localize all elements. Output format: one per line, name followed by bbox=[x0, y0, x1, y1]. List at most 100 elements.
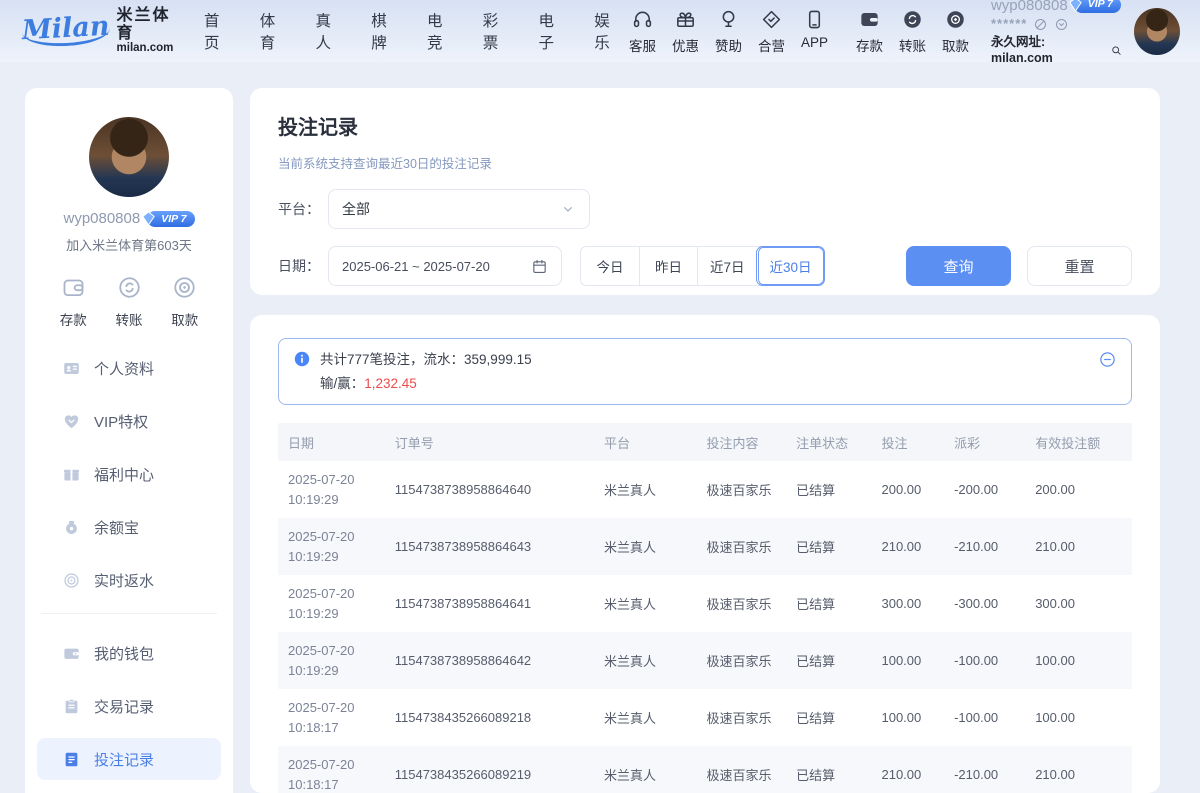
header-link-APP[interactable]: APP bbox=[793, 8, 836, 55]
nav-item-5[interactable]: 彩票 bbox=[483, 9, 510, 53]
vip-diamond-icon bbox=[140, 210, 157, 227]
join-days-text: 加入米兰体育第603天 bbox=[25, 235, 233, 254]
sidebar-item-投注记录[interactable]: 投注记录 bbox=[37, 738, 221, 780]
loss-win-value: 1,232.45 bbox=[364, 376, 417, 391]
sidebar-item-福利中心[interactable]: 福利中心 bbox=[37, 453, 221, 495]
sidebar-action-存款[interactable]: 存款 bbox=[60, 274, 87, 329]
header-link-优惠[interactable]: 优惠 bbox=[664, 8, 707, 55]
chevron-down-icon bbox=[560, 201, 576, 217]
date-range-input[interactable]: 2025-06-21 ~ 2025-07-20 bbox=[328, 246, 562, 286]
query-button[interactable]: 查询 bbox=[906, 246, 1011, 286]
sidebar-username: wyp080808 bbox=[63, 210, 140, 227]
table-row: 2025-07-2010:18:17 1154738435266089218 米… bbox=[278, 689, 1132, 746]
transfer-solid-icon bbox=[901, 8, 924, 31]
site-url: 永久网址: milan.com bbox=[991, 34, 1107, 67]
user-avatar[interactable] bbox=[1134, 8, 1180, 55]
col-header-5: 投注 bbox=[871, 433, 944, 452]
nav-item-6[interactable]: 电子 bbox=[538, 9, 565, 53]
search-icon[interactable] bbox=[1110, 44, 1123, 57]
sponsor-icon bbox=[717, 8, 740, 31]
sidebar-item-VIP特权[interactable]: VIP特权 bbox=[37, 400, 221, 442]
nav-item-7[interactable]: 娱乐 bbox=[594, 9, 621, 53]
headset-icon bbox=[631, 8, 654, 31]
header-link-存款[interactable]: 存款 bbox=[848, 8, 891, 55]
col-header-3: 投注内容 bbox=[696, 433, 786, 452]
divider bbox=[41, 613, 217, 614]
withdraw-solid-icon bbox=[944, 8, 967, 31]
summary-turnover-value: 359,999.15 bbox=[464, 352, 532, 367]
quickdate-今日[interactable]: 今日 bbox=[581, 247, 639, 285]
quickdate-近7日[interactable]: 近7日 bbox=[697, 247, 757, 285]
nav-item-3[interactable]: 棋牌 bbox=[371, 9, 398, 53]
order-number: 1154738738958864643 bbox=[385, 539, 594, 554]
table-row: 2025-07-2010:19:29 1154738738958864641 米… bbox=[278, 575, 1132, 632]
vip-badge: VIP 7 bbox=[147, 211, 194, 227]
eye-off-icon[interactable] bbox=[1033, 17, 1048, 32]
quickdate-昨日[interactable]: 昨日 bbox=[639, 247, 697, 285]
transfer-outline-icon bbox=[116, 274, 143, 301]
order-number: 1154738435266089218 bbox=[385, 710, 594, 725]
sidebar-item-余额宝[interactable]: 余额宝 bbox=[37, 506, 221, 548]
sidebar-item-实时返水[interactable]: 实时返水 bbox=[37, 559, 221, 601]
sidebar-item-交易记录[interactable]: 交易记录 bbox=[37, 685, 221, 727]
welfare-icon bbox=[62, 465, 81, 484]
order-number: 1154738738958864640 bbox=[385, 482, 594, 497]
rebate-icon bbox=[62, 571, 81, 590]
profile-avatar[interactable] bbox=[89, 117, 169, 197]
sidebar-action-转账[interactable]: 转账 bbox=[116, 274, 143, 329]
sidebar-menu-top: 个人资料 VIP特权福利中心余额宝实时返水 bbox=[37, 347, 221, 601]
nav-item-0[interactable]: 首页 bbox=[204, 9, 231, 53]
collapse-icon[interactable] bbox=[1098, 350, 1117, 369]
page-subtitle: 当前系统支持查询最近30日的投注记录 bbox=[278, 153, 1132, 172]
sidebar: wyp080808 VIP 7 加入米兰体育第603天 存款转账取款 个人资料 V… bbox=[25, 88, 233, 793]
filter-card: 投注记录 当前系统支持查询最近30日的投注记录 平台： 全部 日期： 2025-… bbox=[250, 88, 1160, 295]
platform-label: 平台： bbox=[278, 199, 320, 219]
header-link-取款[interactable]: 取款 bbox=[934, 8, 977, 55]
table-body: 2025-07-2010:19:29 1154738738958864640 米… bbox=[278, 461, 1132, 793]
quick-links: 客服优惠赞助合营APP bbox=[621, 8, 836, 55]
wallet-icon bbox=[62, 644, 81, 663]
vip-diamond-icon bbox=[1067, 0, 1084, 13]
logo-script-text: Milan bbox=[21, 13, 110, 49]
piggy-icon bbox=[62, 518, 81, 537]
nav-item-1[interactable]: 体育 bbox=[260, 9, 287, 53]
bet-records-icon bbox=[62, 750, 81, 769]
quickdate-近30日[interactable]: 近30日 bbox=[757, 247, 824, 285]
header-link-赞助[interactable]: 赞助 bbox=[707, 8, 750, 55]
transactions-icon bbox=[62, 697, 81, 716]
masked-balance: ****** bbox=[991, 16, 1027, 33]
wallet-links: 存款转账取款 bbox=[848, 8, 977, 55]
logo-cn-text: 米兰体育 bbox=[117, 7, 176, 42]
gift-icon bbox=[674, 8, 697, 31]
sidebar-quick-actions: 存款转账取款 bbox=[31, 274, 227, 329]
col-header-2: 平台 bbox=[594, 433, 696, 452]
date-range-value: 2025-06-21 ~ 2025-07-20 bbox=[342, 259, 490, 274]
logo-domain-text: milan.com bbox=[117, 42, 176, 55]
platform-select-value: 全部 bbox=[342, 199, 370, 219]
table-header: 日期订单号平台投注内容注单状态投注派彩有效投注额 bbox=[278, 423, 1132, 461]
sidebar-item-我的钱包[interactable]: 我的钱包 bbox=[37, 632, 221, 674]
sidebar-action-取款[interactable]: 取款 bbox=[171, 274, 198, 329]
circle-chevron-down-icon[interactable] bbox=[1054, 17, 1069, 32]
platform-select[interactable]: 全部 bbox=[328, 189, 590, 229]
nav-item-2[interactable]: 真人 bbox=[315, 9, 342, 53]
sidebar-menu-bottom: 我的钱包交易记录投注记录 bbox=[37, 632, 221, 780]
table-row: 2025-07-2010:19:29 1154738738958864643 米… bbox=[278, 518, 1132, 575]
quick-date-group: 今日昨日近7日近30日 bbox=[580, 246, 825, 286]
summary-bar: 共计777笔投注，流水：359,999.15 输/赢：1,232.45 bbox=[278, 338, 1132, 405]
table-row: 2025-07-2010:19:29 1154738738958864642 米… bbox=[278, 632, 1132, 689]
reset-button[interactable]: 重置 bbox=[1027, 246, 1132, 286]
deposit-outline-icon bbox=[60, 274, 87, 301]
sidebar-item-个人资料[interactable]: 个人资料 bbox=[37, 347, 221, 389]
username: wyp080808 bbox=[991, 0, 1068, 15]
table-row: 2025-07-2010:18:17 1154738435266089219 米… bbox=[278, 746, 1132, 793]
site-logo[interactable]: Milan 米兰体育 milan.com bbox=[22, 7, 176, 55]
nav-item-4[interactable]: 电竞 bbox=[427, 9, 454, 53]
header-link-转账[interactable]: 转账 bbox=[891, 8, 934, 55]
col-header-6: 派彩 bbox=[944, 433, 1025, 452]
header-link-客服[interactable]: 客服 bbox=[621, 8, 664, 55]
loss-win-label: 输/赢： bbox=[320, 376, 364, 391]
header-link-合营[interactable]: 合营 bbox=[750, 8, 793, 55]
order-number: 1154738738958864642 bbox=[385, 653, 594, 668]
records-card: 共计777笔投注，流水：359,999.15 输/赢：1,232.45 日期订单… bbox=[250, 315, 1160, 793]
